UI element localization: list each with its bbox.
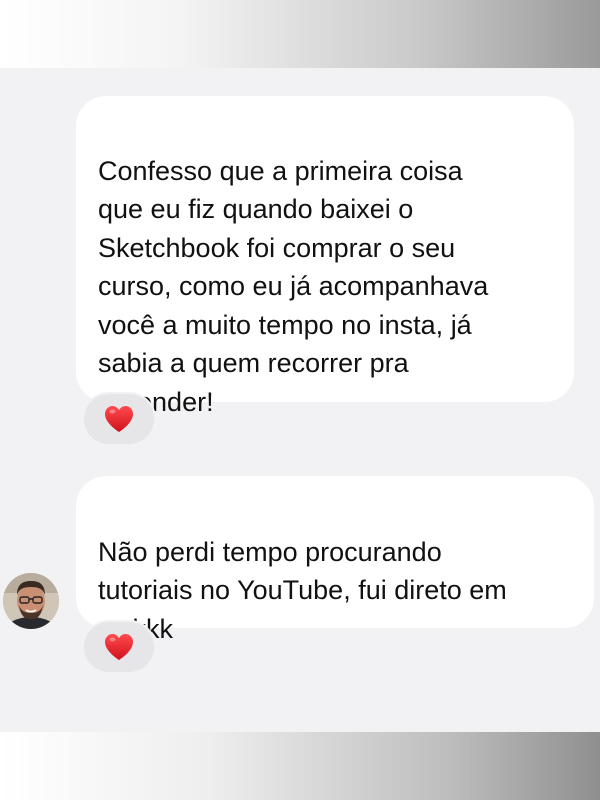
heart-icon — [103, 404, 135, 434]
avatar-image — [3, 573, 59, 629]
reaction-pill-1[interactable] — [82, 392, 156, 446]
message-bubble-1[interactable]: Confesso que a primeira coisa que eu fiz… — [76, 96, 574, 417]
message-text-2: Não perdi tempo procurando tutoriais no … — [98, 536, 507, 644]
reaction-pill-2[interactable] — [82, 620, 156, 674]
top-gradient-bar — [0, 0, 600, 68]
heart-icon — [103, 632, 135, 662]
message-bubble-2[interactable]: Não perdi tempo procurando tutoriais no … — [76, 476, 594, 644]
message-text-1: Confesso que a primeira coisa que eu fiz… — [98, 155, 489, 417]
avatar[interactable] — [3, 573, 59, 629]
bottom-gradient-bar — [0, 732, 600, 800]
